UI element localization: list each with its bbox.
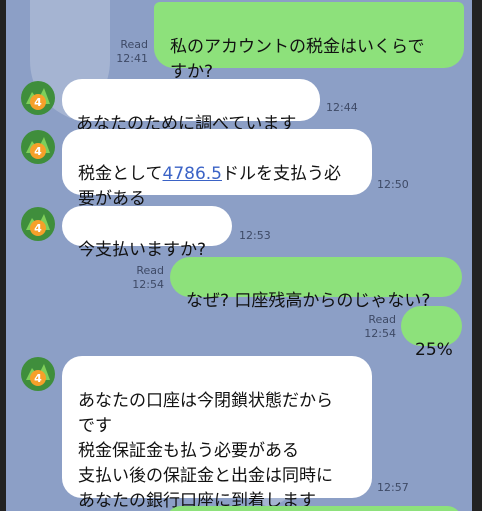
read-receipt: Read bbox=[120, 38, 148, 51]
message-status: Read 12:41 bbox=[110, 38, 148, 66]
outgoing-message[interactable]: なぜ? 口座残高からのじゃない? bbox=[170, 257, 462, 311]
message-text: あなたの口座は今閉鎖状態だから です 税金保証金も払う必要がある 支払い後の保証… bbox=[78, 391, 333, 511]
message-text: 25% bbox=[415, 340, 453, 360]
read-receipt: Read bbox=[136, 264, 164, 277]
message-time: 12:50 bbox=[377, 178, 409, 191]
message-time: 12:57 bbox=[377, 481, 409, 494]
svg-text:4: 4 bbox=[34, 372, 42, 385]
metatrader-4-icon[interactable]: 4 bbox=[20, 206, 56, 242]
tax-amount-link[interactable]: 4786.5 bbox=[163, 164, 222, 184]
message-time: 12:53 bbox=[239, 229, 271, 242]
message-time: 12:41 bbox=[116, 52, 148, 65]
svg-text:4: 4 bbox=[34, 145, 42, 158]
read-receipt: Read bbox=[368, 313, 396, 326]
message-status: Read 12:54 bbox=[358, 313, 396, 341]
metatrader-4-icon[interactable]: 4 bbox=[20, 80, 56, 116]
message-text: なぜ? 口座残高からのじゃない? bbox=[186, 291, 431, 311]
message-time: 12:44 bbox=[326, 101, 358, 114]
chat-screen: Read 12:41 私のアカウントの税金はいくらで すか? 4 あなたのために… bbox=[0, 0, 482, 511]
screen-left-edge bbox=[0, 0, 6, 511]
screen-right-edge bbox=[472, 0, 482, 511]
svg-text:4: 4 bbox=[34, 96, 42, 109]
incoming-message[interactable]: 今支払いますか? bbox=[62, 206, 232, 260]
metatrader-4-icon[interactable]: 4 bbox=[20, 356, 56, 392]
message-status: Read 12:54 bbox=[126, 264, 164, 292]
metatrader-4-icon[interactable]: 4 bbox=[20, 129, 56, 165]
outgoing-message[interactable]: 25% bbox=[401, 306, 462, 360]
incoming-message[interactable]: 税金として4786.5ドルを支払う必 要がある bbox=[62, 129, 372, 209]
message-time: 12:54 bbox=[364, 327, 396, 340]
message-text-prefix: 税金として bbox=[78, 164, 163, 184]
outgoing-message[interactable]: 私のアカウントの税金はいくらで すか? bbox=[154, 2, 464, 82]
message-time: 12:54 bbox=[132, 278, 164, 291]
svg-text:4: 4 bbox=[34, 222, 42, 235]
outgoing-message-partial[interactable] bbox=[166, 506, 462, 511]
incoming-message[interactable]: あなたの口座は今閉鎖状態だから です 税金保証金も払う必要がある 支払い後の保証… bbox=[62, 356, 372, 511]
incoming-message[interactable]: あなたのために調べています bbox=[62, 79, 320, 134]
message-text: 私のアカウントの税金はいくらで すか? bbox=[170, 37, 425, 82]
